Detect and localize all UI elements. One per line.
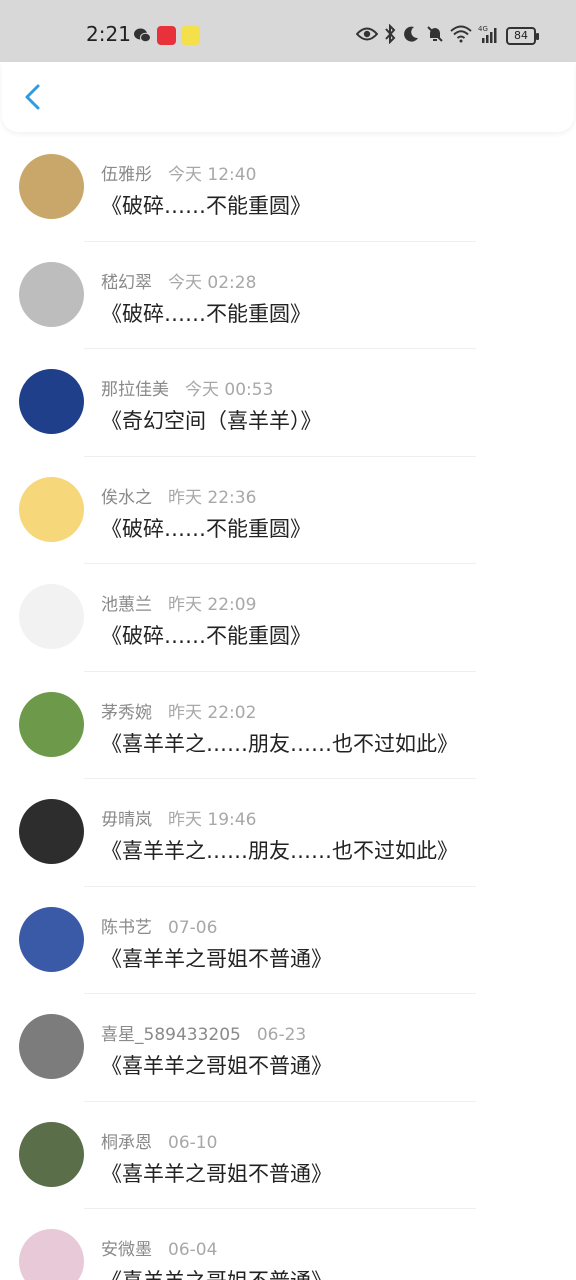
avatar[interactable] [19,799,84,864]
status-time: 2:21 [86,22,131,46]
sender-name: 桐承恩 [101,1132,152,1153]
sender-line: 桐承恩 06-10 [101,1128,217,1153]
list-item[interactable]: 喜星_589433205 06-23 《喜羊羊之哥姐不普通》 [0,994,576,1102]
work-title: 《奇幻空间（喜羊羊）》 [101,409,322,433]
work-title: 《喜羊羊之哥姐不普通》 [101,1161,332,1186]
avatar[interactable] [19,1229,84,1280]
sender-name: 池蕙兰 [101,595,152,615]
timestamp: 今天 02:28 [168,272,257,293]
work-title: 《喜羊羊之哥姐不普通》 [101,1265,332,1280]
work-title: 《喜羊羊之哥姐不普通》 [101,1054,332,1078]
timestamp: 昨天 22:09 [168,595,257,615]
list-item[interactable]: 伍雅彤 今天 12:40 《破碎……不能重圆》 [0,134,576,242]
list-item[interactable]: 安微墨 06-04 《喜羊羊之哥姐不普通》 [0,1209,576,1280]
work-title: 《破碎……不能重圆》 [101,301,311,326]
sender-name: 喜星_589433205 [101,1025,241,1045]
list-item[interactable]: 毋晴岚 昨天 19:46 《喜羊羊之……朋友……也不过如此》 [0,779,576,887]
wechat-notification-icon [133,26,152,45]
work-title: 《破碎……不能重圆》 [101,194,311,218]
sender-name: 伍雅彤 [101,165,152,185]
list-item[interactable]: 池蕙兰 昨天 22:09 《破碎……不能重圆》 [0,564,576,672]
timestamp: 06-10 [168,1132,218,1153]
list-item[interactable]: 陈书艺 07-06 《喜羊羊之哥姐不普通》 [0,887,576,994]
cellular-signal-icon: 4G [478,24,500,48]
sender-line: 那拉佳美 今天 00:53 [101,375,273,400]
sender-line: 喜星_589433205 06-23 [101,1020,306,1045]
avatar[interactable] [19,476,84,542]
sender-name: 那拉佳美 [101,380,169,400]
sender-line: 嵇幻翠 今天 02:28 [101,268,256,293]
avatar[interactable] [19,154,84,219]
wifi-icon [450,25,472,47]
sender-name: 茅秀婉 [101,702,152,723]
work-title: 《喜羊羊之……朋友……也不过如此》 [101,839,458,863]
avatar[interactable] [19,691,84,757]
timestamp: 06-04 [168,1240,218,1260]
sender-name: 安微墨 [101,1240,152,1260]
sender-line: 伍雅彤 今天 12:40 [101,160,256,185]
sender-line: 池蕙兰 昨天 22:09 [101,590,256,615]
list-item[interactable]: 俟水之 昨天 22:36 《破碎……不能重圆》 [0,457,576,564]
app-notification-icon [157,26,176,45]
moon-icon [402,25,420,47]
battery-indicator: 84 [506,27,539,45]
sender-line: 毋晴岚 昨天 19:46 [101,805,256,830]
sender-line: 俟水之 昨天 22:36 [101,483,256,508]
work-title: 《破碎……不能重圆》 [101,624,311,648]
sender-name: 毋晴岚 [101,810,152,830]
list-item[interactable]: 那拉佳美 今天 00:53 《奇幻空间（喜羊羊）》 [0,349,576,457]
bluetooth-icon [384,23,396,48]
back-chevron-icon[interactable] [18,82,48,112]
list-item[interactable]: 茅秀婉 昨天 22:02 《喜羊羊之……朋友……也不过如此》 [0,672,576,779]
avatar[interactable] [19,261,84,327]
timestamp: 昨天 19:46 [168,810,257,830]
sender-line: 茅秀婉 昨天 22:02 [101,698,256,723]
top-app-bar [2,62,574,132]
timestamp: 今天 12:40 [168,165,257,185]
avatar[interactable] [19,1014,84,1079]
sender-line: 陈书艺 07-06 [101,913,217,938]
list-item[interactable]: 桐承恩 06-10 《喜羊羊之哥姐不普通》 [0,1102,576,1209]
timestamp: 07-06 [168,917,218,938]
avatar[interactable] [19,906,84,972]
avatar[interactable] [19,369,84,434]
sender-name: 俟水之 [101,487,152,508]
timestamp: 昨天 22:36 [168,487,257,508]
work-title: 《破碎……不能重圆》 [101,516,311,541]
sender-name: 嵇幻翠 [101,272,152,293]
sender-line: 安微墨 06-04 [101,1235,217,1260]
app-notification-icon-2 [181,26,200,45]
svg-text:4G: 4G [478,25,488,33]
eye-icon [355,26,379,46]
status-bar: 2:21 4G 84 [0,0,576,62]
work-title: 《喜羊羊之……朋友……也不过如此》 [101,731,458,756]
message-list: 伍雅彤 今天 12:40 《破碎……不能重圆》 嵇幻翠 今天 02:28 《破碎……不能重… [0,134,576,1280]
timestamp: 今天 00:53 [185,380,274,400]
avatar[interactable] [19,1121,84,1187]
list-item[interactable]: 嵇幻翠 今天 02:28 《破碎……不能重圆》 [0,242,576,349]
timestamp: 06-23 [256,1025,307,1045]
avatar[interactable] [19,584,84,649]
status-icons: 4G 84 [355,23,539,48]
work-title: 《喜羊羊之哥姐不普通》 [101,946,332,971]
bell-muted-icon [426,25,444,47]
sender-name: 陈书艺 [101,917,152,938]
timestamp: 昨天 22:02 [168,702,257,723]
